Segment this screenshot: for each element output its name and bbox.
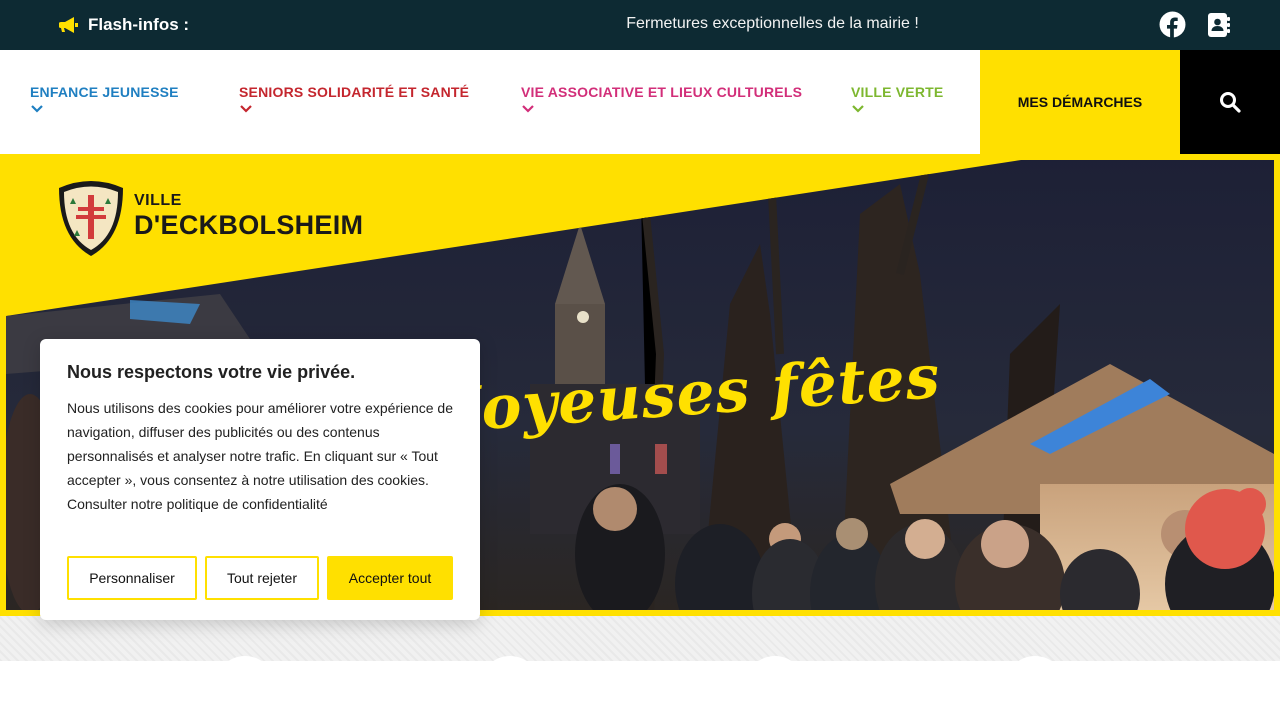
mes-demarches-button[interactable]: MES DÉMARCHES	[980, 50, 1180, 154]
chevron-down-icon	[31, 105, 43, 113]
quick-links-strip	[0, 616, 1280, 661]
flash-message-link[interactable]: Fermetures exceptionnelles de la mairie …	[500, 15, 1045, 33]
nav-item-label: ENFANCE JEUNESSE	[30, 84, 179, 100]
mes-demarches-label: MES DÉMARCHES	[1017, 94, 1143, 110]
chevron-down-icon	[522, 105, 534, 113]
search-button[interactable]	[1180, 50, 1280, 154]
logo-city-name: D'ECKBOLSHEIM	[134, 210, 364, 240]
customize-button[interactable]: Personnaliser	[67, 556, 197, 600]
search-icon	[1220, 92, 1241, 113]
city-logo[interactable]: VILLE D'ECKBOLSHEIM	[55, 180, 375, 260]
main-navigation: ENFANCE JEUNESSE SENIORS SOLIDARITÉ ET S…	[0, 50, 1280, 154]
flash-infos-label: Flash-infos :	[88, 15, 190, 34]
chevron-down-icon	[240, 105, 252, 113]
nav-item-seniors-solidarite-sante[interactable]: SENIORS SOLIDARITÉ ET SANTÉ	[239, 84, 469, 114]
megaphone-icon	[59, 17, 78, 33]
contact-book-icon[interactable]	[1205, 12, 1231, 38]
quick-link-circle[interactable]	[480, 656, 540, 716]
nav-item-label: SENIORS SOLIDARITÉ ET SANTÉ	[239, 84, 470, 100]
reject-all-button[interactable]: Tout rejeter	[205, 556, 319, 600]
accept-all-button[interactable]: Accepter tout	[327, 556, 453, 600]
facebook-icon[interactable]	[1159, 11, 1186, 38]
flash-bar: Flash-infos : Fermetures exceptionnelles…	[0, 0, 1280, 50]
nav-item-label: VILLE VERTE	[851, 84, 944, 100]
cookie-consent-banner: Nous respectons votre vie privée. Nous u…	[40, 339, 480, 620]
nav-item-ville-verte[interactable]: VILLE VERTE	[851, 84, 943, 114]
chevron-down-icon	[852, 105, 864, 113]
logo-ville-text: VILLE	[134, 192, 182, 209]
quick-link-circle[interactable]	[745, 656, 805, 716]
cookie-title: Nous respectons votre vie privée.	[67, 362, 356, 382]
coat-of-arms-icon	[59, 181, 123, 256]
quick-link-circle[interactable]	[215, 656, 275, 716]
nav-item-enfance-jeunesse[interactable]: ENFANCE JEUNESSE	[30, 84, 179, 114]
cookie-description: Nous utilisons des cookies pour améliore…	[67, 400, 453, 512]
nav-item-label: VIE ASSOCIATIVE ET LIEUX CULTURELS	[521, 84, 803, 100]
quick-link-circle[interactable]	[1005, 656, 1065, 716]
nav-item-vie-associative[interactable]: VIE ASSOCIATIVE ET LIEUX CULTURELS	[521, 84, 802, 114]
